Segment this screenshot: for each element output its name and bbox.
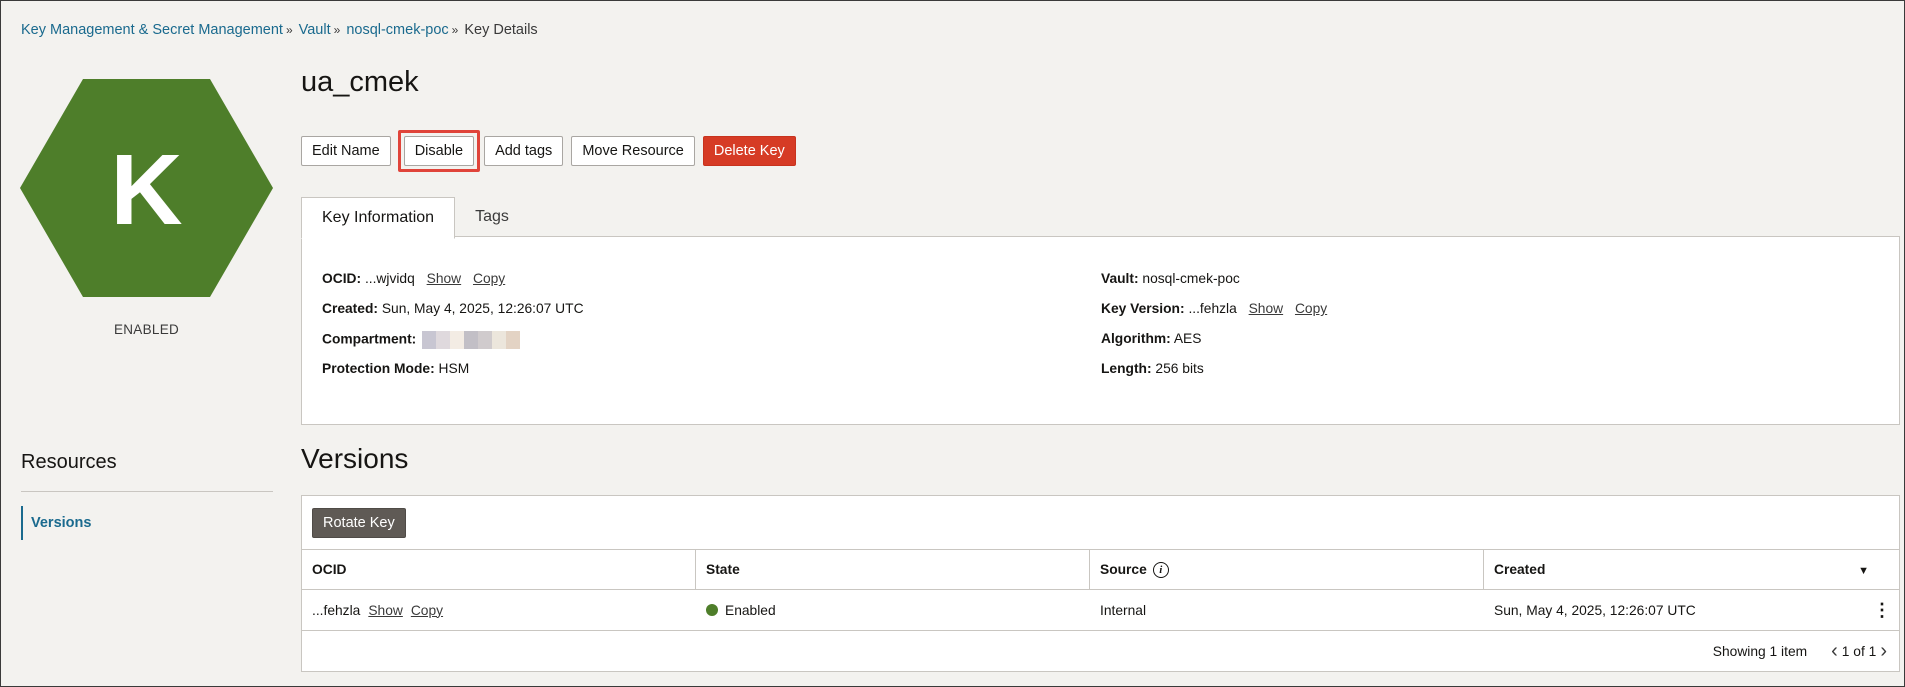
row-created-value: Sun, May 4, 2025, 12:26:07 UTC xyxy=(1494,602,1696,618)
created-value: Sun, May 4, 2025, 12:26:07 UTC xyxy=(381,301,584,316)
table-footer: Showing 1 item ‹ 1 of 1 › xyxy=(1713,636,1891,666)
key-version-copy-link[interactable]: Copy xyxy=(1295,301,1327,316)
sidebar-item-versions[interactable]: Versions xyxy=(21,506,91,540)
table-header: OCID State Source i Created ▼ xyxy=(302,549,1899,590)
vault-value: nosql-cmek-poc xyxy=(1142,271,1240,286)
column-header-ocid[interactable]: OCID xyxy=(302,550,696,589)
redacted-block xyxy=(464,331,479,349)
breadcrumb-key-management[interactable]: Key Management & Secret Management xyxy=(21,22,283,38)
page-indicator: 1 of 1 xyxy=(1841,643,1877,659)
ocid-copy-link[interactable]: Copy xyxy=(473,271,505,286)
protection-mode-label: Protection Mode: xyxy=(322,361,435,376)
row-created-cell: Sun, May 4, 2025, 12:26:07 UTC ⋮ xyxy=(1484,590,1899,630)
compartment-row: Compartment: xyxy=(322,331,521,349)
breadcrumb-current: Key Details xyxy=(464,22,538,38)
key-version-row: Key Version: ...fehzla Show Copy xyxy=(1101,301,1327,316)
rotate-key-button[interactable]: Rotate Key xyxy=(312,508,406,538)
sort-caret-down-icon[interactable]: ▼ xyxy=(1858,550,1869,591)
breadcrumb-separator: » xyxy=(285,23,293,37)
ocid-show-link[interactable]: Show xyxy=(427,271,462,286)
edit-name-button[interactable]: Edit Name xyxy=(301,136,391,166)
status-dot-icon xyxy=(706,604,718,616)
action-bar: Edit Name Disable Add tags Move Resource… xyxy=(301,130,796,172)
row-ocid-show-link[interactable]: Show xyxy=(368,603,403,618)
redacted-block xyxy=(422,331,437,349)
algorithm-label: Algorithm: xyxy=(1101,331,1171,346)
column-header-source-label: Source xyxy=(1100,562,1147,577)
page-title: ua_cmek xyxy=(301,66,419,98)
key-information-panel: OCID: ...wjvidq Show Copy Created: Sun, … xyxy=(301,236,1900,425)
showing-count: Showing 1 item xyxy=(1712,643,1808,659)
created-label: Created: xyxy=(322,301,378,316)
breadcrumb: Key Management & Secret Management » Vau… xyxy=(21,22,538,38)
pagination: ‹ 1 of 1 › xyxy=(1827,641,1891,661)
add-tags-button[interactable]: Add tags xyxy=(484,136,564,166)
column-header-source[interactable]: Source i xyxy=(1090,550,1484,589)
info-icon[interactable]: i xyxy=(1152,561,1169,578)
breadcrumb-separator: » xyxy=(333,23,341,37)
redacted-block xyxy=(478,331,493,349)
chevron-right-icon[interactable]: › xyxy=(1876,641,1891,661)
row-state-value: Enabled xyxy=(725,602,776,618)
versions-table-panel: Rotate Key OCID State Source i Created ▼… xyxy=(301,495,1900,672)
tab-bar: Key Information Tags xyxy=(301,197,529,239)
delete-key-button[interactable]: Delete Key xyxy=(702,136,796,166)
row-source-value: Internal xyxy=(1100,602,1147,618)
protection-mode-row: Protection Mode: HSM xyxy=(322,361,469,376)
breadcrumb-separator: » xyxy=(451,23,459,37)
row-ocid-value: ...fehzla xyxy=(312,602,361,618)
row-ocid-copy-link[interactable]: Copy xyxy=(411,603,443,618)
column-header-created-label: Created xyxy=(1494,562,1546,577)
breadcrumb-vault[interactable]: Vault xyxy=(299,22,331,38)
length-row: Length: 256 bits xyxy=(1101,361,1204,376)
row-actions-kebab-icon[interactable]: ⋮ xyxy=(1873,590,1891,631)
disable-button[interactable]: Disable xyxy=(403,136,475,166)
redacted-block xyxy=(450,331,465,349)
created-row: Created: Sun, May 4, 2025, 12:26:07 UTC xyxy=(322,301,584,316)
algorithm-row: Algorithm: AES xyxy=(1101,331,1201,346)
length-value: 256 bits xyxy=(1155,361,1204,376)
vault-label: Vault: xyxy=(1101,271,1139,286)
highlight-box: Disable xyxy=(397,130,481,172)
key-version-value: ...fehzla xyxy=(1188,301,1237,316)
move-resource-button[interactable]: Move Resource xyxy=(571,136,695,166)
length-label: Length: xyxy=(1101,361,1152,376)
column-header-state[interactable]: State xyxy=(696,550,1090,589)
versions-heading: Versions xyxy=(301,443,409,474)
ocid-row: OCID: ...wjvidq Show Copy xyxy=(322,271,505,286)
redacted-block xyxy=(436,331,451,349)
row-source-cell: Internal xyxy=(1090,590,1484,630)
algorithm-value: AES xyxy=(1173,331,1202,346)
tab-tags[interactable]: Tags xyxy=(455,197,529,237)
redacted-block xyxy=(492,331,507,349)
column-header-created[interactable]: Created ▼ xyxy=(1484,550,1899,589)
resource-status: ENABLED xyxy=(113,322,180,337)
redacted-block xyxy=(506,331,521,349)
tab-key-information[interactable]: Key Information xyxy=(301,197,456,239)
compartment-redacted-value xyxy=(422,331,521,349)
breadcrumb-vault-name[interactable]: nosql-cmek-poc xyxy=(346,22,448,38)
row-state-cell: Enabled xyxy=(696,590,1090,630)
protection-mode-value: HSM xyxy=(438,361,470,376)
compartment-label: Compartment: xyxy=(322,331,417,347)
vault-row: Vault: nosql-cmek-poc xyxy=(1101,271,1240,286)
resource-hexagon-icon: K xyxy=(20,79,273,297)
ocid-value: ...wjvidq xyxy=(364,271,415,286)
row-ocid-cell: ...fehzla Show Copy xyxy=(302,590,696,630)
resources-divider xyxy=(21,491,273,492)
chevron-left-icon[interactable]: ‹ xyxy=(1827,641,1842,661)
resources-heading: Resources xyxy=(21,451,117,473)
key-version-label: Key Version: xyxy=(1101,301,1185,316)
key-version-show-link[interactable]: Show xyxy=(1249,301,1284,316)
table-row: ...fehzla Show Copy Enabled Internal Sun… xyxy=(302,590,1899,631)
ocid-label: OCID: xyxy=(322,271,362,286)
resource-letter: K xyxy=(110,134,182,246)
